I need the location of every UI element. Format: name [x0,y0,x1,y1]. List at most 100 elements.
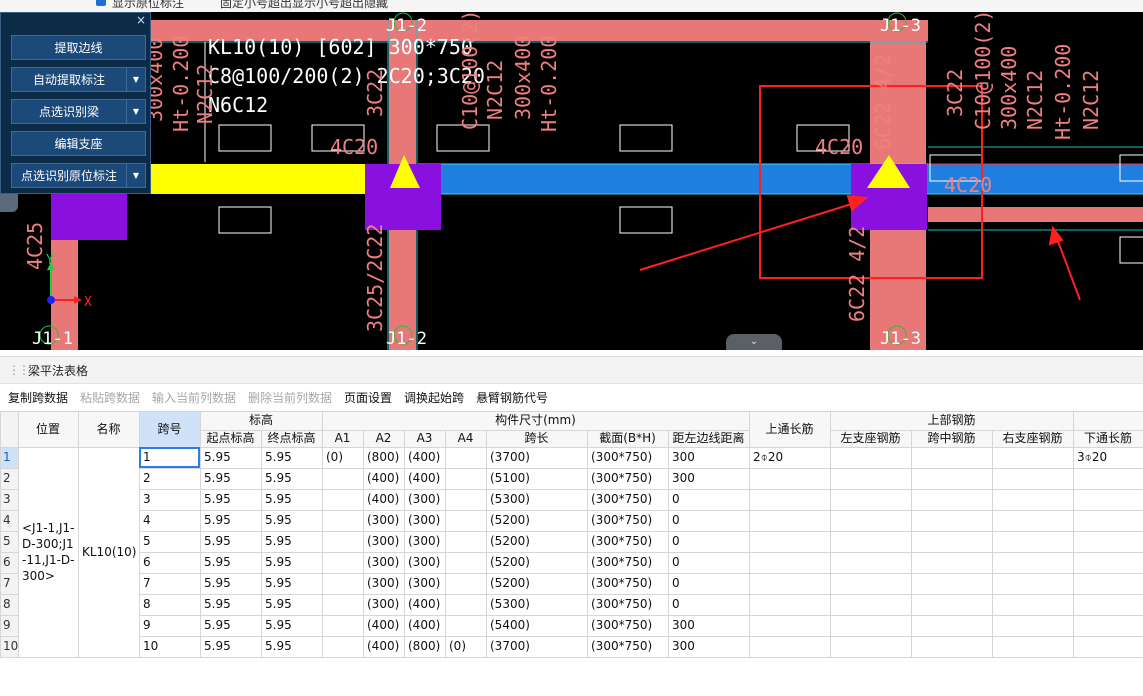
cell-top[interactable] [749,594,830,615]
dropdown-arrow-icon[interactable]: ▼ [126,164,145,187]
cell-dist[interactable]: 0 [668,552,749,573]
cell-a3[interactable]: (300) [404,552,445,573]
cell-a3[interactable]: (300) [404,489,445,510]
toolbar-button-7[interactable]: 悬臂钢筋代号 [476,389,548,406]
cell-start[interactable]: 5.95 [200,468,261,489]
cell-a3[interactable]: (400) [404,615,445,636]
cell-a4[interactable] [445,468,486,489]
cell-dist[interactable]: 300 [668,636,749,657]
cell-a1[interactable] [322,573,363,594]
cell-sec[interactable]: (300*750) [587,468,668,489]
float-panel-button-5[interactable]: 点选识别原位标注 ▼ [11,163,146,188]
cell-a3[interactable]: (400) [404,468,445,489]
cell-span[interactable]: 7 [139,573,200,594]
cell-sec[interactable]: (300*750) [587,510,668,531]
cell-len[interactable]: (5200) [486,573,587,594]
cell-dist[interactable]: 0 [668,594,749,615]
cad-canvas[interactable]: J1-2 J1-3 J1-1 J1-2 J1-3 KL10(10) [602] … [0,12,1143,350]
cell-a2[interactable]: (400) [363,615,404,636]
cell-top[interactable] [749,531,830,552]
float-panel-button-4[interactable]: 编辑支座 [11,131,146,156]
cell-bottom[interactable] [1073,636,1143,657]
cell-bottom[interactable]: 3⌽20 [1073,447,1143,468]
float-panel-button-2[interactable]: 自动提取标注 ▼ [11,67,146,92]
cell-name[interactable]: KL10(10) [78,447,139,657]
cell-len[interactable]: (3700) [486,636,587,657]
row-number[interactable]: 9 [0,615,18,636]
cell-a3[interactable]: (300) [404,573,445,594]
cell-sec[interactable]: (300*750) [587,552,668,573]
cell-bottom[interactable] [1073,468,1143,489]
cell-bottom[interactable] [1073,615,1143,636]
cell-top[interactable] [749,636,830,657]
cell-a3[interactable]: (400) [404,447,445,468]
canvas-collapse-tab[interactable]: ⌄ [726,334,782,350]
dropdown-arrow-icon[interactable]: ▼ [126,68,145,91]
toolbar-button-4[interactable]: 删除当前列数据 [248,389,332,406]
cell-sec[interactable]: (300*750) [587,489,668,510]
cell-a2[interactable]: (300) [363,552,404,573]
toolbar-button-2[interactable]: 粘贴跨数据 [80,389,140,406]
cell-end[interactable]: 5.95 [261,573,322,594]
cell-a4[interactable] [445,447,486,468]
cell-a3[interactable]: (300) [404,531,445,552]
row-number[interactable]: 1 [0,447,18,468]
cell-a1[interactable] [322,468,363,489]
cell-end[interactable]: 5.95 [261,489,322,510]
toolbar-button-3[interactable]: 输入当前列数据 [152,389,236,406]
cell-a1[interactable] [322,594,363,615]
cell-a3[interactable]: (400) [404,594,445,615]
cell-a1[interactable] [322,636,363,657]
cell-a4[interactable] [445,594,486,615]
cell-a1[interactable] [322,531,363,552]
cell-sec[interactable]: (300*750) [587,447,668,468]
cell-a3[interactable]: (300) [404,510,445,531]
cell-span[interactable]: 6 [139,552,200,573]
cell-end[interactable]: 5.95 [261,594,322,615]
cell-start[interactable]: 5.95 [200,594,261,615]
toolbar-button-5[interactable]: 页面设置 [344,389,392,406]
cell-len[interactable]: (5400) [486,615,587,636]
cell-sec[interactable]: (300*750) [587,615,668,636]
cell-dist[interactable]: 0 [668,510,749,531]
cell-position[interactable]: <J1-1,J1-D-300;J1-11,J1-D-300> [18,447,78,657]
cell-a1[interactable] [322,489,363,510]
cell-top[interactable]: 2⌽20 [749,447,830,468]
toolbar-button-1[interactable]: 复制跨数据 [8,389,68,406]
row-number[interactable]: 6 [0,552,18,573]
cell-bottom[interactable] [1073,573,1143,594]
cell-start[interactable]: 5.95 [200,447,261,468]
cell-sec[interactable]: (300*750) [587,594,668,615]
cell-top[interactable] [749,489,830,510]
close-icon[interactable]: × [136,13,146,27]
cell-dist[interactable]: 300 [668,615,749,636]
cell-end[interactable]: 5.95 [261,468,322,489]
cell-start[interactable]: 5.95 [200,636,261,657]
cell-top[interactable] [749,468,830,489]
cell-a2[interactable]: (300) [363,594,404,615]
float-panel-button-1[interactable]: 提取边线 [11,35,146,60]
row-number[interactable]: 7 [0,573,18,594]
cell-span[interactable]: 3 [139,489,200,510]
cell-sec[interactable]: (300*750) [587,531,668,552]
cell-dist[interactable]: 0 [668,531,749,552]
cell-a2[interactable]: (400) [363,636,404,657]
cell-a2[interactable]: (300) [363,531,404,552]
cell-a4[interactable]: (0) [445,636,486,657]
cell-a1[interactable]: (0) [322,447,363,468]
cell-a1[interactable] [322,615,363,636]
cell-end[interactable]: 5.95 [261,552,322,573]
cell-span[interactable]: 2 [139,468,200,489]
cell-bottom[interactable] [1073,552,1143,573]
cell-span[interactable]: 8 [139,594,200,615]
cell-len[interactable]: (3700) [486,447,587,468]
cell-a4[interactable] [445,552,486,573]
cell-span[interactable]: 5 [139,531,200,552]
cell-a2[interactable]: (800) [363,447,404,468]
cell-sec[interactable]: (300*750) [587,573,668,594]
cell-bottom[interactable] [1073,510,1143,531]
cell-bottom[interactable] [1073,594,1143,615]
cell-start[interactable]: 5.95 [200,552,261,573]
cell-a4[interactable] [445,615,486,636]
float-panel-button-3[interactable]: 点选识别梁 ▼ [11,99,146,124]
